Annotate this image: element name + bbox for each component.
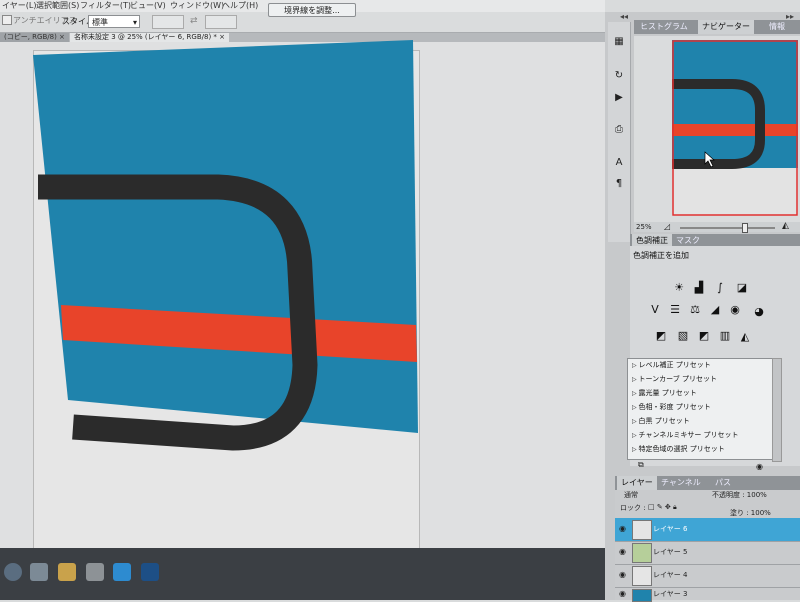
color-balance-icon[interactable]: ⚖ <box>688 304 702 316</box>
black-white-icon[interactable]: ◢ <box>708 304 722 316</box>
fill-field[interactable]: 塗り : 100% <box>730 508 771 518</box>
layer-row[interactable]: ◉ レイヤー 5 <box>615 541 800 565</box>
tab-navigator[interactable]: ナビゲーター <box>698 20 754 34</box>
layer-thumbnail <box>632 589 652 602</box>
histogram-panel-icon[interactable]: ▦ <box>612 36 626 48</box>
threshold-icon[interactable]: ◩ <box>697 330 711 342</box>
zoom-slider-track[interactable] <box>680 227 775 229</box>
menu-item-view[interactable]: ビュー(V) <box>130 0 166 11</box>
curves-icon[interactable]: ∫ <box>713 282 727 294</box>
photo-filter-icon[interactable]: ◉ <box>728 304 742 316</box>
levels-icon[interactable]: ▟ <box>692 282 706 294</box>
vibrance-icon[interactable]: V <box>648 304 662 316</box>
layer-name: レイヤー 5 <box>653 548 688 556</box>
history-panel-icon[interactable]: ↻ <box>612 70 626 82</box>
tab-info[interactable]: 情報 <box>765 20 789 34</box>
layer-row[interactable]: ◉ レイヤー 4 <box>615 564 800 588</box>
paragraph-panel-icon[interactable]: ¶ <box>612 178 626 190</box>
zoom-slider-thumb[interactable] <box>742 223 748 233</box>
selective-color-icon[interactable]: ◭ <box>738 331 752 343</box>
start-button[interactable] <box>4 563 22 581</box>
blend-mode-value: 通常 <box>624 491 638 499</box>
actions-panel-icon[interactable]: ▶ <box>612 92 626 104</box>
invert-icon[interactable]: ◩ <box>654 330 668 342</box>
nav-blue <box>672 40 798 168</box>
eye-icon[interactable]: ◉ <box>619 547 626 556</box>
layer-name: レイヤー 3 <box>653 590 688 598</box>
layers-tab-bar: レイヤー チャンネル パス <box>615 476 800 490</box>
canvas-blue-fill <box>33 40 418 433</box>
preset-black-white[interactable]: 白黒 プリセット <box>632 416 690 426</box>
exposure-icon[interactable]: ◪ <box>735 282 749 294</box>
opacity-field[interactable]: 不透明度 : 100% <box>712 490 767 500</box>
taskbar-app-icon[interactable] <box>86 563 104 581</box>
gradient-map-icon[interactable]: ▥ <box>718 330 732 342</box>
eye-icon[interactable]: ◉ <box>619 524 626 533</box>
eye-icon[interactable]: ◉ <box>619 589 626 598</box>
tab-paths[interactable]: パス <box>711 476 735 490</box>
photoshop-icon[interactable] <box>141 563 159 581</box>
swap-icon[interactable]: ⇄ <box>190 16 198 26</box>
channel-mixer-icon[interactable]: ◕ <box>752 306 766 318</box>
layer-name: レイヤー 6 <box>653 525 688 533</box>
preset-hue-saturation[interactable]: 色相・彩度 プリセット <box>632 402 711 412</box>
layer-row[interactable]: ◉ レイヤー 3 <box>615 587 800 602</box>
blend-mode-select[interactable]: 通常 <box>622 490 694 500</box>
tab-histogram[interactable]: ヒストグラム <box>636 20 692 34</box>
preset-selective-color[interactable]: 特定色域の選択 プリセット <box>632 444 725 454</box>
menu-item-filter[interactable]: フィルター(T) <box>80 0 131 11</box>
clone-source-icon[interactable]: ⎙ <box>612 124 626 136</box>
layer-thumbnail <box>632 520 652 540</box>
layer-name: レイヤー 4 <box>653 571 688 579</box>
refine-edge-button[interactable]: 境界線を調整... <box>268 3 356 17</box>
menu-item-window[interactable]: ウィンドウ(W) <box>170 0 224 11</box>
eye-preview-icon[interactable]: ◉ <box>756 462 763 471</box>
brightness-icon[interactable]: ☀ <box>672 282 686 294</box>
width-field[interactable] <box>152 15 184 29</box>
menu-item-select[interactable]: 選択範囲(S) <box>36 0 79 11</box>
skype-icon[interactable] <box>113 563 131 581</box>
nav-zoom-value: 25% <box>636 223 652 231</box>
navigator-preview[interactable] <box>672 40 800 220</box>
navigator-tab-bar: ヒストグラム ナビゲーター 情報 <box>634 20 800 34</box>
antialias-checkbox[interactable] <box>2 15 12 25</box>
preset-curves[interactable]: トーンカーブ プリセット <box>632 374 717 384</box>
preset-channel-mixer[interactable]: チャンネルミキサー プリセット <box>632 430 739 440</box>
document-canvas[interactable] <box>33 40 423 460</box>
layer-thumbnail <box>632 566 652 586</box>
tab-channels[interactable]: チャンネル <box>657 476 705 490</box>
height-field[interactable] <box>205 15 237 29</box>
preset-levels[interactable]: レベル補正 プリセット <box>632 360 711 370</box>
menu-item-help[interactable]: ヘルプ(H) <box>222 0 258 11</box>
layer-thumbnail <box>632 543 652 563</box>
tab-layers[interactable]: レイヤー <box>617 476 657 490</box>
os-taskbar <box>0 548 605 600</box>
zoom-out-icon[interactable]: ◿ <box>664 222 670 231</box>
zoom-in-icon[interactable]: ◭ <box>782 221 789 231</box>
preset-exposure[interactable]: 露光量 プリセット <box>632 388 697 398</box>
nav-red <box>672 124 798 136</box>
taskbar-app-icon[interactable] <box>30 563 48 581</box>
hue-saturation-icon[interactable]: ☰ <box>668 304 682 316</box>
collapse-icon[interactable]: ◂◂ <box>620 12 628 21</box>
lock-icons[interactable]: □ ✎ ✥ 🔒︎ <box>648 503 677 512</box>
character-panel-icon[interactable]: A <box>612 157 626 169</box>
menu-item-layer[interactable]: イヤー(L) <box>2 0 36 11</box>
adjustments-title: 色調補正を追加 <box>633 251 689 260</box>
posterize-icon[interactable]: ▧ <box>676 330 690 342</box>
style-select-value: 標準 <box>92 18 108 27</box>
preset-scrollbar[interactable] <box>772 358 782 462</box>
eye-icon[interactable]: ◉ <box>619 570 626 579</box>
style-select[interactable]: 標準 <box>88 15 140 29</box>
lock-label: ロック : <box>620 504 646 512</box>
clip-icon[interactable]: ⧉ <box>638 460 644 470</box>
layer-row-selected[interactable]: ◉ レイヤー 6 <box>615 518 800 542</box>
folder-icon[interactable] <box>58 563 76 581</box>
